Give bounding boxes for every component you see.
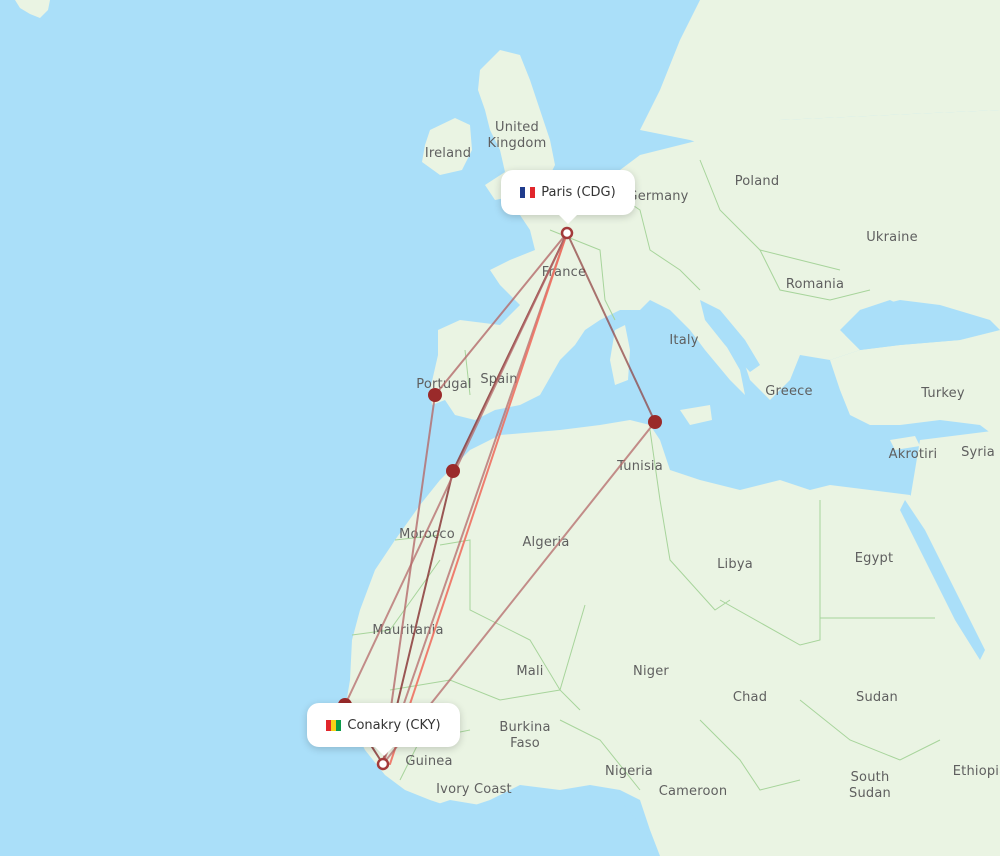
origin-label: Paris (CDG) xyxy=(541,185,616,200)
destination-label: Conakry (CKY) xyxy=(347,717,441,733)
france-flag-icon xyxy=(520,187,536,198)
stop-dot-casablanca[interactable] xyxy=(446,464,460,478)
route-cdg-cky-direct-b[interactable] xyxy=(389,232,568,765)
route-map[interactable]: Ireland United Kingdom Germany Poland Ukraine… xyxy=(0,0,1000,856)
origin-tooltip[interactable]: Paris (CDG) xyxy=(501,170,635,215)
destination-tooltip[interactable]: Conakry (CKY) xyxy=(307,703,460,747)
stop-dot-tunis[interactable] xyxy=(648,415,662,429)
destination-marker-icon[interactable] xyxy=(376,757,390,771)
route-cdg-tun[interactable] xyxy=(566,232,656,423)
guinea-flag-icon xyxy=(326,719,342,731)
routes-layer xyxy=(338,226,662,771)
origin-marker-icon[interactable] xyxy=(560,226,574,240)
stop-dot-lisbon[interactable] xyxy=(428,388,442,402)
